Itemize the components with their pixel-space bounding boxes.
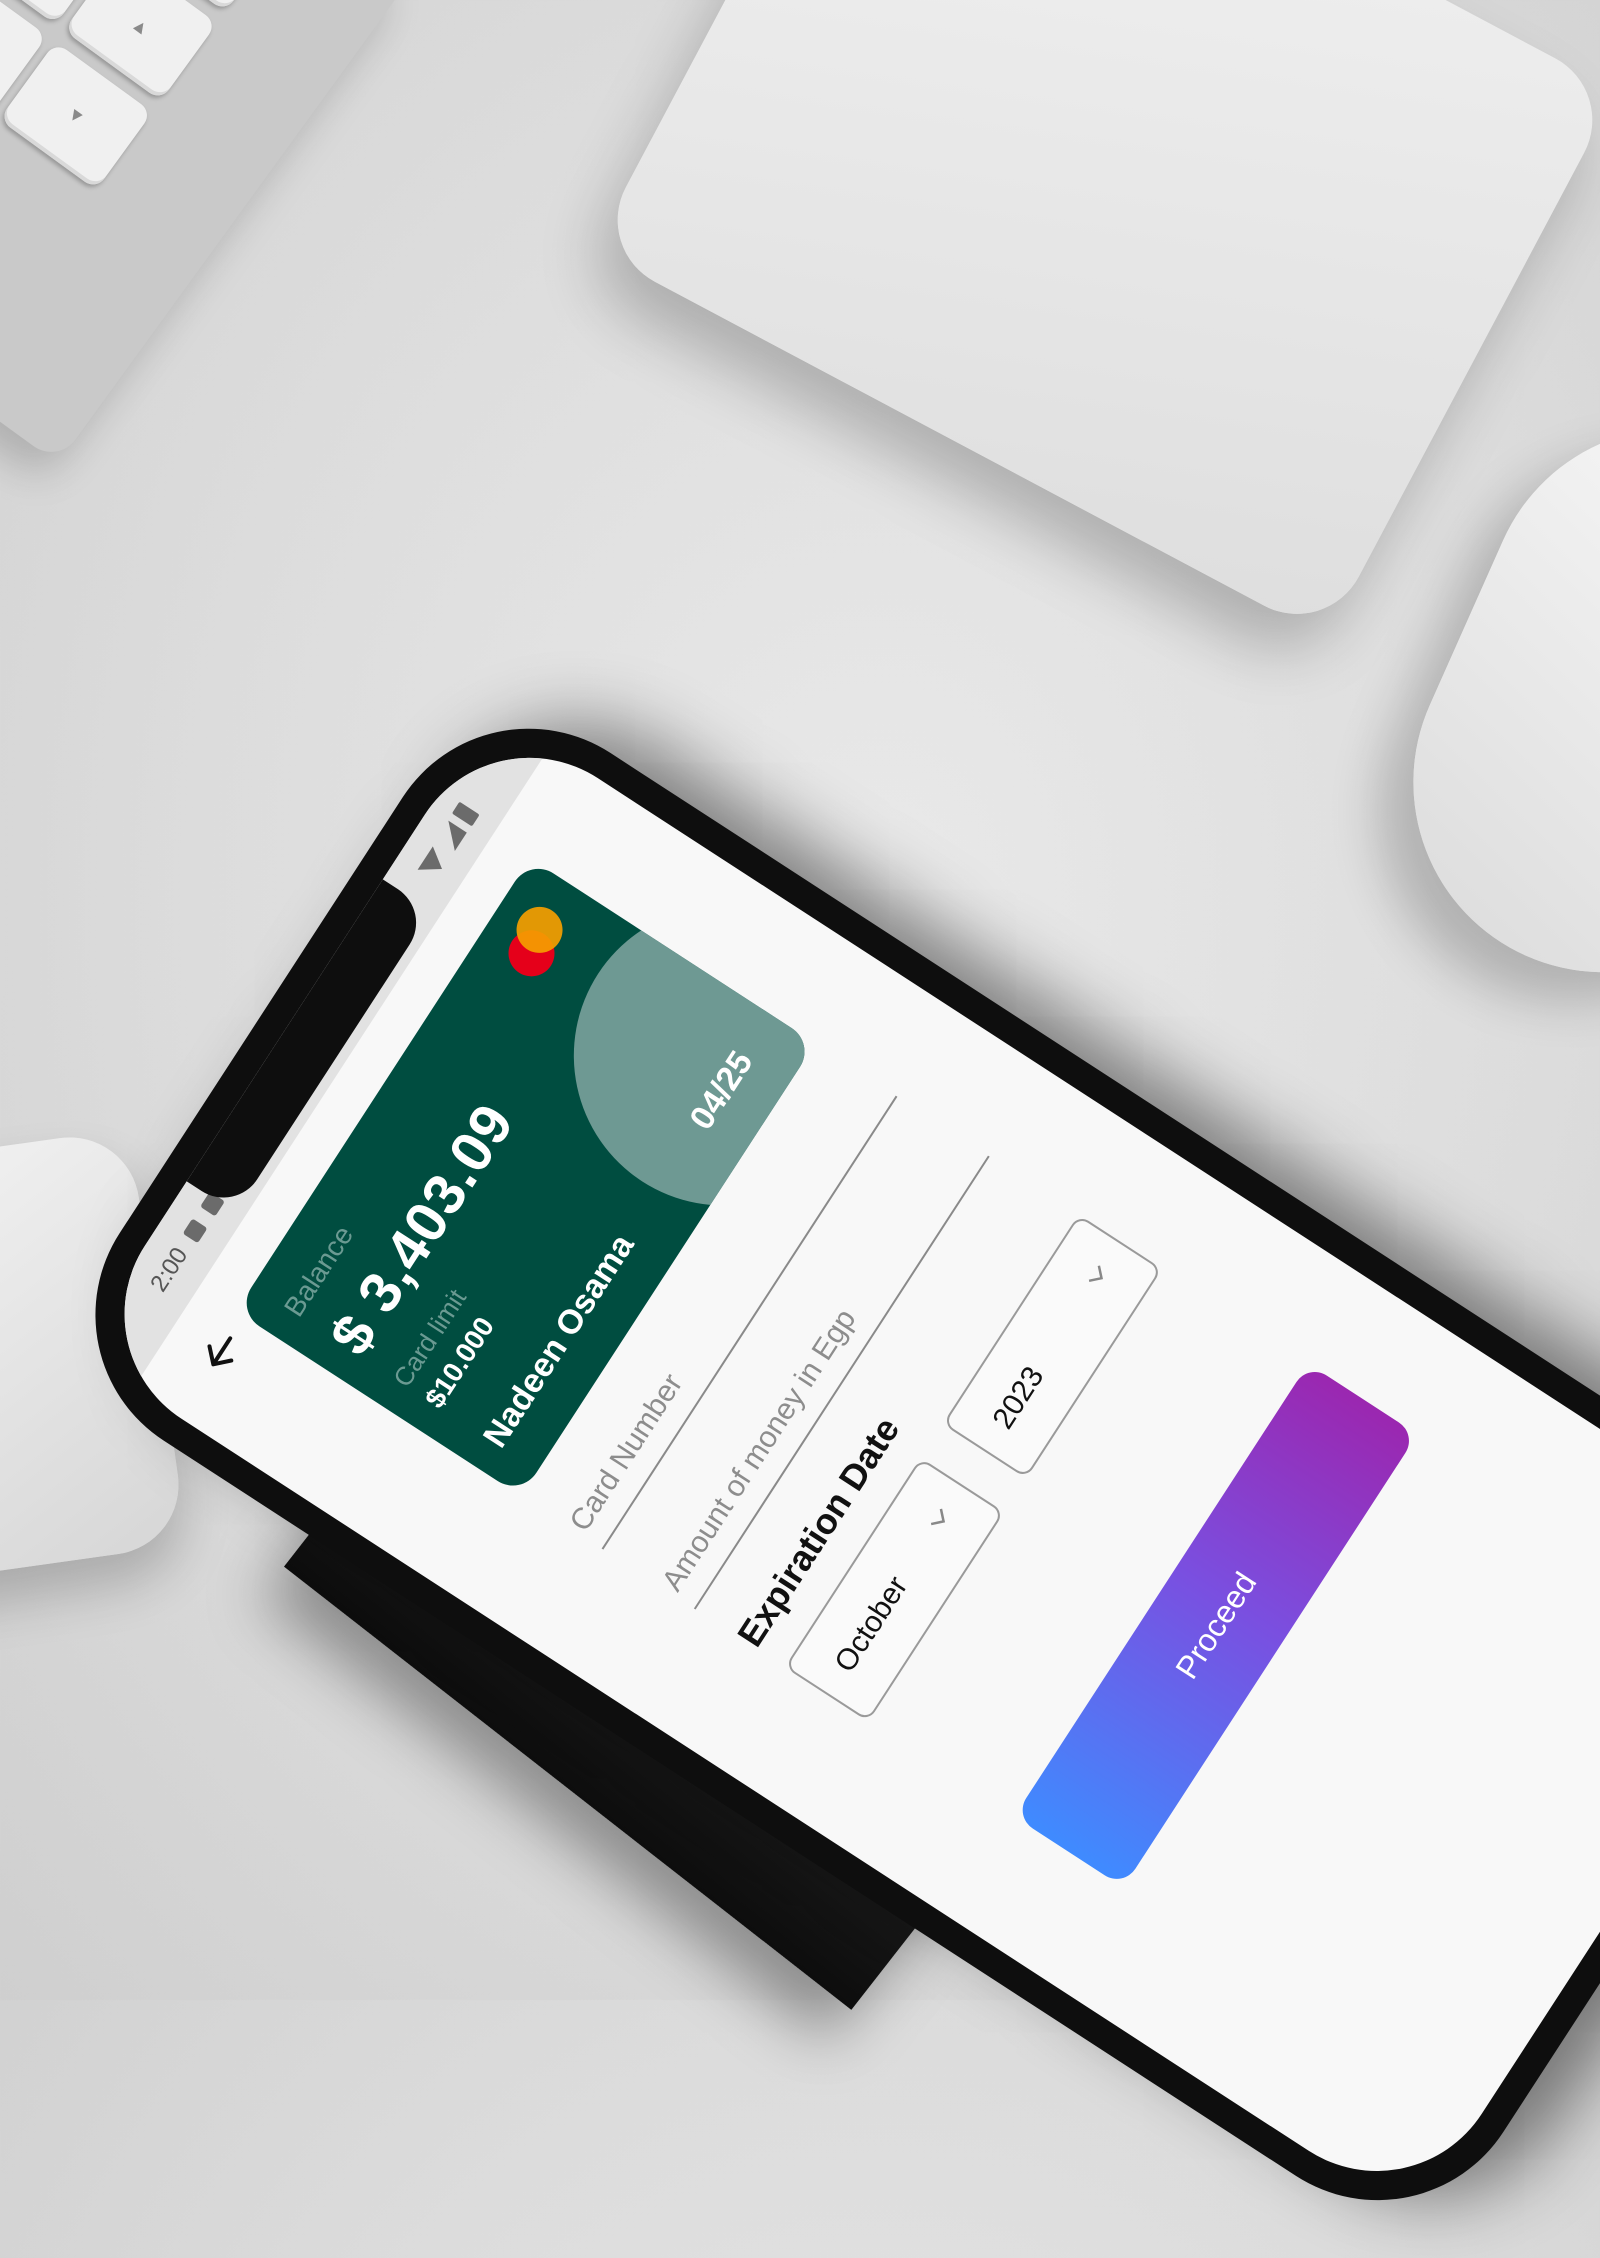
month-select-value: October <box>828 1570 915 1679</box>
keyboard: ▲ ▲ ◀ ▼ <box>0 0 411 464</box>
signal-icon <box>436 820 467 852</box>
status-time: 2:00 <box>145 1242 194 1297</box>
charger-device <box>593 0 1600 639</box>
status-left: 2:00 <box>145 1189 229 1297</box>
back-button[interactable] <box>180 1310 263 1393</box>
chevron-down-icon <box>1088 1265 1104 1283</box>
proceed-button[interactable]: Proceed <box>1014 1363 1418 1888</box>
chevron-down-icon <box>930 1508 946 1526</box>
arrow-left-icon <box>207 1336 234 1367</box>
status-right <box>416 801 480 882</box>
wifi-icon <box>417 846 450 881</box>
battery-icon <box>451 801 480 827</box>
download-icon <box>182 1218 208 1244</box>
phone: 2:00 Balance $ 3,403.09 Card limit $10.0… <box>37 671 1600 2258</box>
mastercard-logo-icon <box>490 894 576 988</box>
year-select-value: 2023 <box>986 1360 1051 1435</box>
phone-frame: 2:00 Balance $ 3,403.09 Card limit $10.0… <box>37 671 1600 2258</box>
desk-scene: ▲ ▲ ◀ ▼ 2:00 <box>0 0 1600 2258</box>
